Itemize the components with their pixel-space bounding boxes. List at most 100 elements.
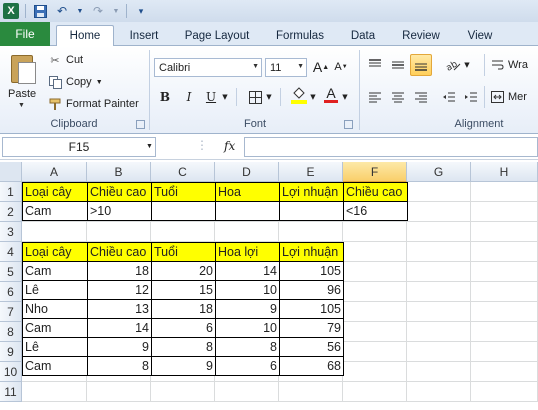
column-header-f[interactable]: F [343, 162, 407, 182]
table-cell[interactable]: 79 [279, 318, 344, 338]
cell[interactable] [343, 302, 407, 322]
paste-label[interactable]: Paste [8, 88, 36, 100]
chevron-down-icon[interactable]: ▼ [340, 88, 350, 106]
cell[interactable] [87, 382, 151, 402]
tab-data[interactable]: Data [342, 25, 384, 46]
cell[interactable] [343, 382, 407, 402]
column-header-e[interactable]: E [279, 162, 343, 182]
table-cell[interactable]: 6 [151, 318, 216, 338]
shrink-font-button[interactable]: A ▼ [332, 58, 350, 76]
table-cell[interactable]: 105 [279, 299, 344, 319]
chevron-down-icon[interactable]: ▼ [462, 56, 472, 74]
formula-input[interactable] [244, 137, 538, 157]
criteria-header-cell[interactable]: Hoa [215, 182, 280, 202]
cell[interactable] [407, 362, 471, 382]
table-cell[interactable]: 20 [151, 261, 216, 281]
cell[interactable] [407, 262, 471, 282]
table-cell[interactable]: Nho [22, 299, 88, 319]
data-header-cell[interactable]: Loại cây [22, 242, 88, 262]
cell[interactable] [343, 242, 407, 262]
cell[interactable] [151, 222, 215, 242]
table-cell[interactable]: 96 [279, 280, 344, 300]
column-header-c[interactable]: C [151, 162, 215, 182]
chevron-down-icon[interactable]: ▼ [76, 3, 84, 19]
chevron-down-icon[interactable]: ▼ [18, 102, 25, 109]
table-cell[interactable]: Cam [22, 356, 88, 376]
save-icon[interactable] [32, 3, 48, 19]
cell[interactable] [343, 322, 407, 342]
cell[interactable] [471, 322, 538, 342]
cell[interactable] [407, 202, 471, 222]
table-cell[interactable]: Cam [22, 261, 88, 281]
chevron-down-icon[interactable]: ▼ [308, 88, 318, 106]
align-right-button[interactable] [412, 88, 430, 106]
cell[interactable] [471, 282, 538, 302]
row-header-1[interactable]: 1 [0, 182, 22, 202]
table-cell[interactable]: 18 [151, 299, 216, 319]
underline-button[interactable]: U [202, 88, 220, 106]
cut-button[interactable]: ✂ Cut [48, 51, 83, 69]
table-cell[interactable]: 12 [87, 280, 152, 300]
name-box[interactable]: F15 [2, 137, 156, 157]
column-header-h[interactable]: H [471, 162, 538, 182]
cell[interactable] [407, 282, 471, 302]
grow-font-button[interactable]: A ▲ [312, 58, 330, 76]
increase-indent-button[interactable] [462, 88, 480, 106]
align-top-button[interactable] [366, 56, 384, 74]
borders-button[interactable] [246, 88, 264, 106]
table-cell[interactable]: 9 [215, 299, 280, 319]
table-cell[interactable]: 56 [279, 337, 344, 357]
table-cell[interactable]: Cam [22, 318, 88, 338]
table-cell[interactable]: 14 [87, 318, 152, 338]
data-header-cell[interactable]: Chiều cao [87, 242, 152, 262]
row-header-8[interactable]: 8 [0, 322, 22, 342]
font-name-select[interactable]: Calibri ▼ [154, 58, 262, 77]
cell[interactable] [343, 342, 407, 362]
cell[interactable] [22, 382, 87, 402]
table-cell[interactable]: 8 [215, 337, 280, 357]
italic-button[interactable]: I [180, 88, 198, 106]
cell[interactable] [215, 222, 279, 242]
cell[interactable] [22, 222, 87, 242]
column-header-a[interactable]: A [22, 162, 87, 182]
criteria-value-cell[interactable] [151, 201, 216, 221]
criteria-value-cell[interactable] [215, 201, 280, 221]
fx-icon[interactable]: fx [224, 139, 235, 153]
table-cell[interactable]: 6 [215, 356, 280, 376]
fill-color-button[interactable] [290, 86, 308, 104]
table-cell[interactable]: 105 [279, 261, 344, 281]
cell[interactable] [471, 242, 538, 262]
cell[interactable] [471, 222, 538, 242]
criteria-value-cell[interactable] [279, 201, 344, 221]
criteria-header-cell[interactable]: Tuổi [151, 182, 216, 202]
table-cell[interactable]: 18 [87, 261, 152, 281]
cell[interactable] [471, 182, 538, 202]
row-header-2[interactable]: 2 [0, 202, 22, 222]
column-header-b[interactable]: B [87, 162, 151, 182]
table-cell[interactable]: 13 [87, 299, 152, 319]
cell[interactable] [407, 382, 471, 402]
criteria-header-cell[interactable]: Chiều cao [343, 182, 408, 202]
cell[interactable] [279, 382, 343, 402]
undo-icon[interactable]: ↶ [54, 3, 70, 19]
format-painter-button[interactable]: Format Painter [48, 95, 139, 113]
column-header-d[interactable]: D [215, 162, 279, 182]
cell[interactable] [87, 222, 151, 242]
row-header-5[interactable]: 5 [0, 262, 22, 282]
row-header-4[interactable]: 4 [0, 242, 22, 262]
font-size-select[interactable]: 11 ▼ [265, 58, 307, 77]
cell[interactable] [407, 182, 471, 202]
orientation-button[interactable]: ab [444, 56, 462, 74]
cell[interactable] [343, 282, 407, 302]
table-cell[interactable]: 9 [87, 337, 152, 357]
copy-button[interactable]: Copy ▼ [48, 73, 103, 91]
paste-button[interactable] [8, 52, 38, 86]
row-header-3[interactable]: 3 [0, 222, 22, 242]
tab-view[interactable]: View [458, 25, 502, 46]
table-cell[interactable]: 8 [151, 337, 216, 357]
chevron-down-icon[interactable]: ▼ [112, 3, 120, 19]
cell[interactable] [407, 242, 471, 262]
tab-page-layout[interactable]: Page Layout [176, 25, 258, 46]
chevron-down-icon[interactable]: ▼ [220, 88, 230, 106]
cell[interactable] [279, 222, 343, 242]
